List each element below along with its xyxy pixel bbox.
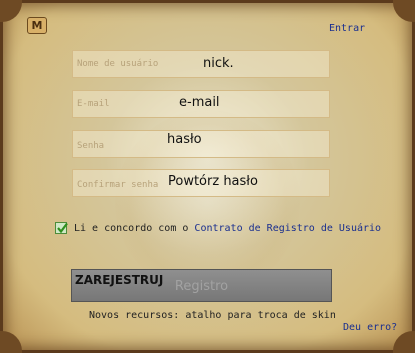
- username-placeholder: Nome de usuário: [77, 59, 159, 69]
- username-field[interactable]: Nome de usuário nick.: [72, 50, 330, 78]
- agreement-label: Li e concordo com o: [74, 223, 195, 234]
- email-field[interactable]: E-mail e-mail: [72, 90, 330, 118]
- frame-corner: [393, 331, 415, 353]
- app-logo-icon: M: [27, 17, 47, 34]
- confirm-password-placeholder: Confirmar senha: [77, 180, 159, 190]
- password-annotation: hasło: [167, 132, 202, 147]
- agree-checkbox[interactable]: [55, 222, 68, 234]
- confirm-password-field[interactable]: Confirmar senha Powtórz hasło: [72, 169, 330, 197]
- password-field[interactable]: Senha hasło: [72, 130, 330, 158]
- checkmark-icon: [57, 222, 68, 234]
- password-placeholder: Senha: [77, 141, 105, 151]
- frame-corner: [393, 0, 415, 22]
- register-button[interactable]: ZAREJESTRUJ Registro: [71, 269, 332, 302]
- frame-corner: [0, 331, 22, 353]
- confirm-password-annotation: Powtórz hasło: [168, 174, 258, 189]
- agreement-text: Li e concordo com o Contrato de Registro…: [74, 223, 381, 234]
- username-annotation: nick.: [203, 56, 234, 71]
- email-annotation: e-mail: [179, 95, 220, 110]
- login-link[interactable]: Entrar: [329, 23, 365, 34]
- register-dialog: M Entrar Nome de usuário nick. E-mail e-…: [0, 0, 415, 353]
- terms-link[interactable]: Contrato de Registro de Usuário: [194, 223, 381, 234]
- email-placeholder: E-mail: [77, 99, 110, 109]
- news-text: Novos recursos: atalho para troca de ski…: [89, 310, 336, 321]
- help-link[interactable]: Deu erro?: [343, 322, 397, 333]
- frame-corner: [0, 0, 22, 22]
- register-label: Registro: [174, 279, 229, 294]
